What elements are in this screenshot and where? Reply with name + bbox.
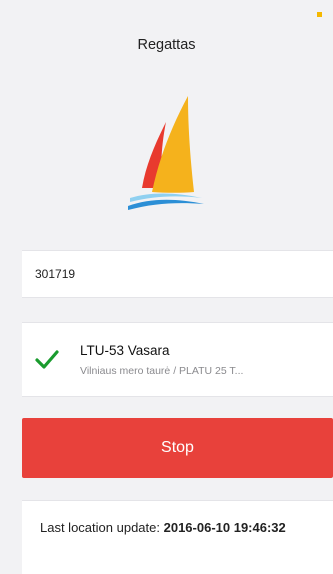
location-label: Last location update:: [40, 520, 160, 535]
location-status: Last location update: 2016-06-10 19:46:3…: [22, 500, 333, 574]
wave-blue: [128, 199, 204, 210]
status-bar: [0, 0, 333, 20]
boat-card[interactable]: LTU-53 Vasara Vilniaus mero taurė / PLAT…: [22, 322, 333, 397]
boat-event: Vilniaus mero taurė / PLATU 25 T...: [80, 365, 244, 377]
page-title: Regattas: [137, 37, 196, 53]
registration-code-field[interactable]: 301719: [22, 250, 333, 298]
stop-button[interactable]: Stop: [22, 418, 333, 478]
boat-name: LTU-53 Vasara: [80, 343, 170, 358]
registration-code: 301719: [35, 267, 76, 281]
check-icon: [35, 350, 59, 369]
location-value: 2016-06-10 19:46:32: [163, 520, 286, 535]
navigation-bar: Regattas: [0, 20, 333, 64]
status-indicator: [317, 12, 322, 17]
sailboat-logo-icon: [128, 96, 204, 210]
